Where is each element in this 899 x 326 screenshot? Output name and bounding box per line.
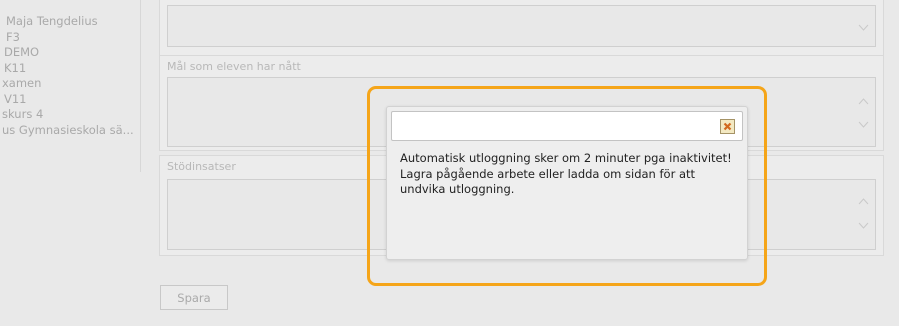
dialog-message-line: undvika utloggning. xyxy=(400,182,515,196)
student-info-line: K11 xyxy=(4,60,27,75)
student-info-line: us Gymnasieskola sä... xyxy=(2,122,134,137)
student-info-panel: Maja Tengdelius F3 DEMO K11 xamen V11 sk… xyxy=(0,14,142,138)
student-info-line: DEMO xyxy=(4,45,40,59)
dialog-titlebar xyxy=(391,111,743,141)
scroll-down-icon[interactable] xyxy=(858,222,869,230)
dialog-message-line: Lagra pågående arbete eller ladda om sid… xyxy=(400,166,696,181)
dialog-message-line: Automatisk utloggning sker om 2 minuter … xyxy=(400,151,732,165)
student-info-line: V11 xyxy=(4,91,27,106)
scroll-down-icon[interactable] xyxy=(858,24,869,32)
mal-label: Mål som eleven har nått xyxy=(167,60,301,73)
previous-textarea[interactable] xyxy=(167,5,876,47)
scroll-up-icon[interactable] xyxy=(858,97,869,105)
previous-section xyxy=(159,0,884,56)
scroll-down-icon[interactable] xyxy=(858,121,869,129)
stod-label: Stödinsatser xyxy=(167,160,236,173)
student-info-line: F3 xyxy=(6,29,20,44)
dialog-message: Automatisk utloggning sker om 2 minuter … xyxy=(400,151,740,198)
logout-warning-dialog: Automatisk utloggning sker om 2 minuter … xyxy=(386,106,748,260)
save-button[interactable]: Spara xyxy=(160,285,228,310)
scroll-up-icon[interactable] xyxy=(858,197,869,205)
student-info-line: skurs 4 xyxy=(2,107,44,121)
close-icon[interactable] xyxy=(720,119,735,134)
panel-divider xyxy=(140,0,141,172)
student-name: Maja Tengdelius xyxy=(6,14,98,28)
student-info-line: xamen xyxy=(2,76,42,90)
